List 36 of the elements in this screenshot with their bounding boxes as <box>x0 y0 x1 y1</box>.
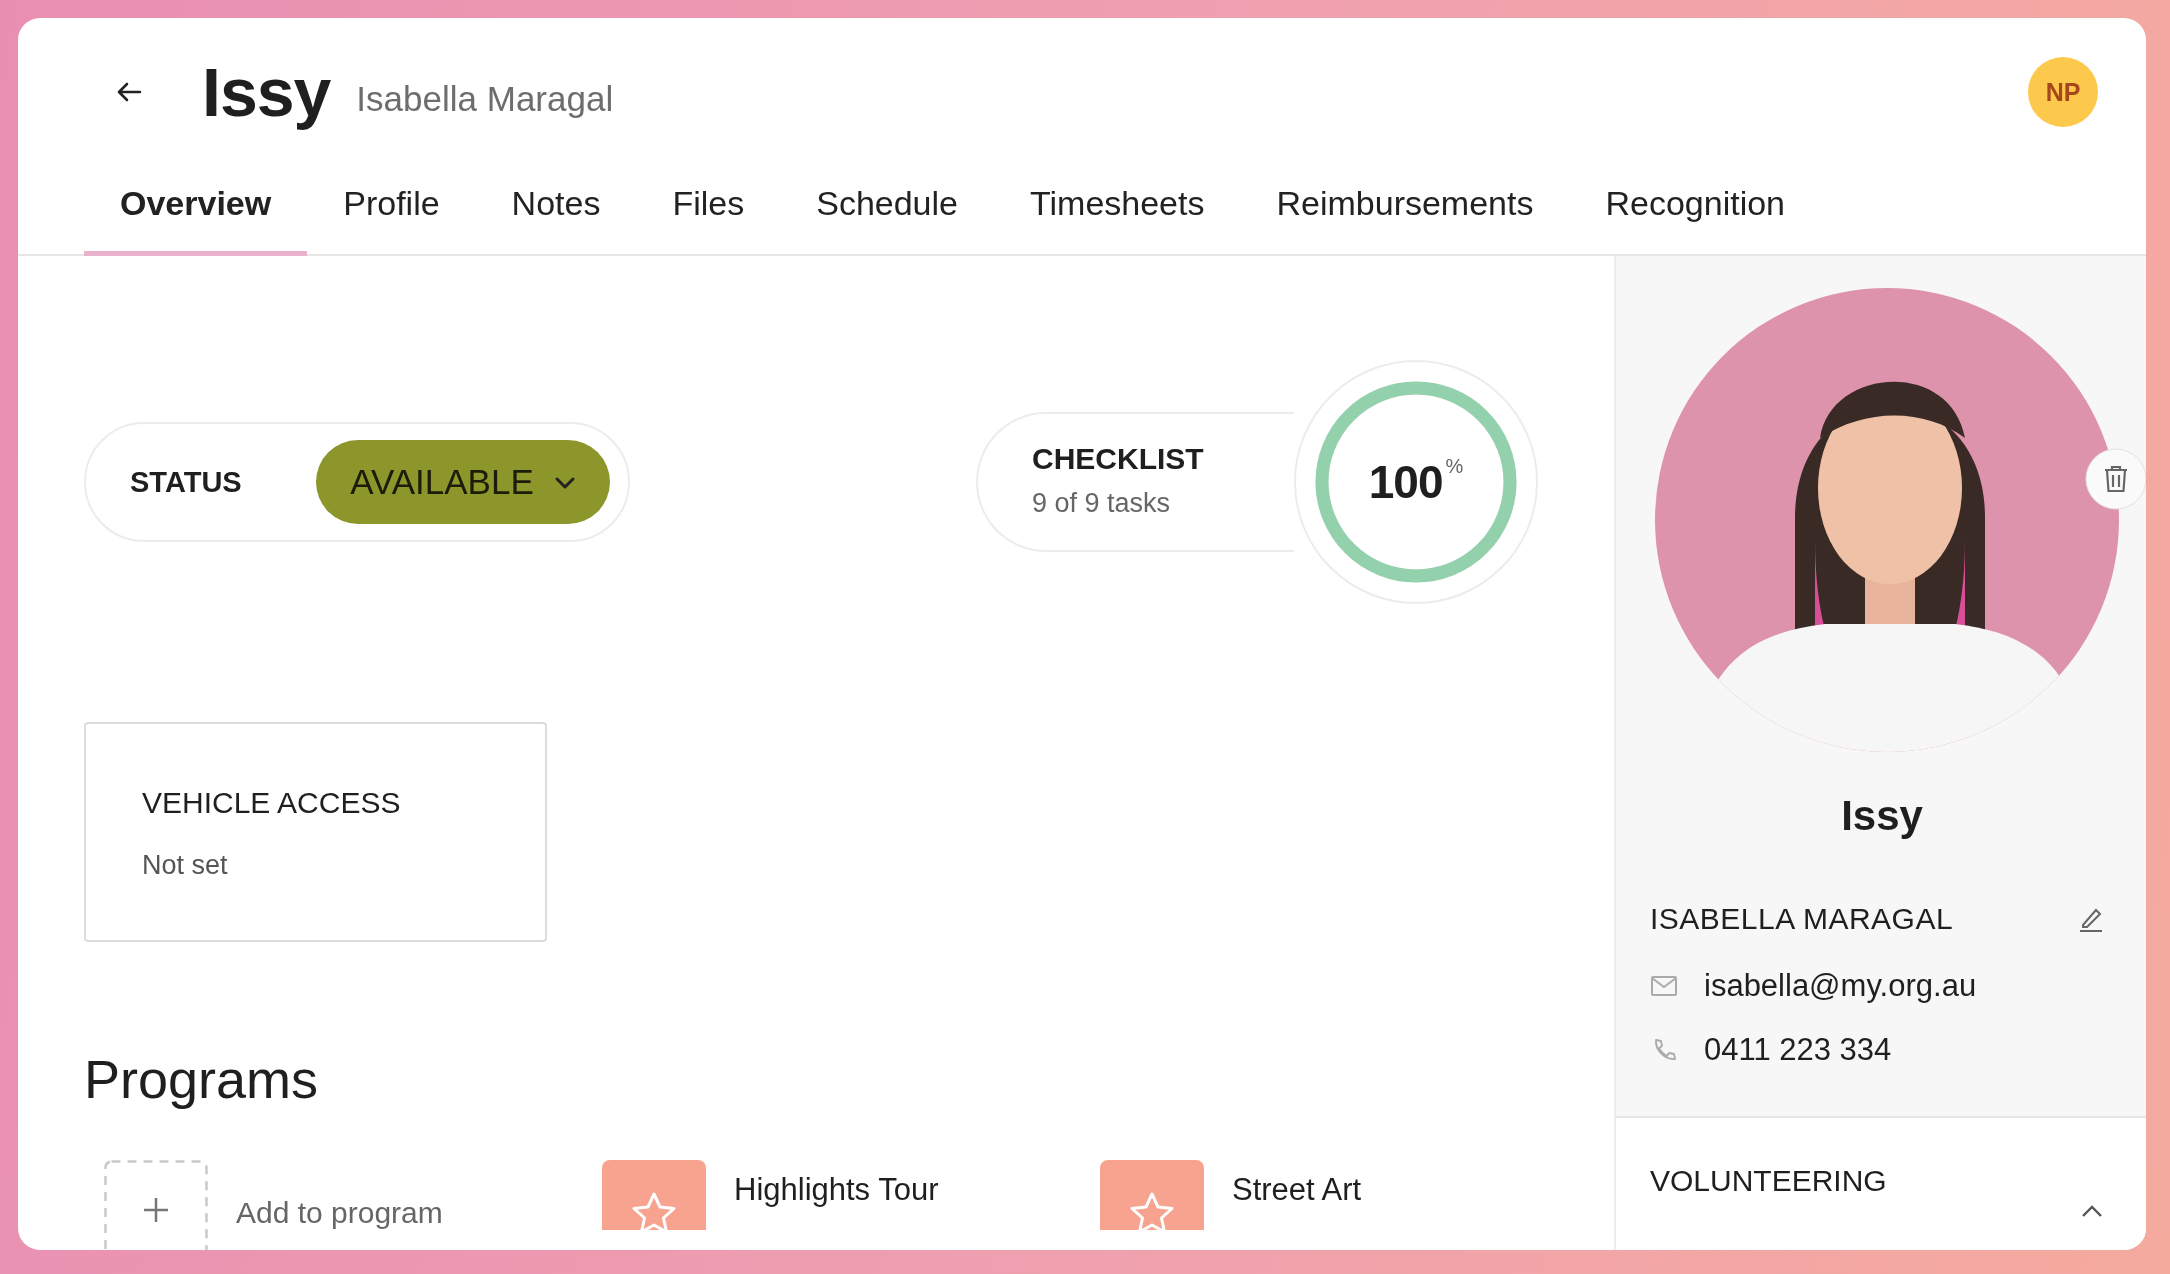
tab[interactable]: Reimbursements <box>1240 184 1570 256</box>
percent-value: 100 <box>1368 455 1443 509</box>
email-link[interactable]: isabella@my.org.au <box>1704 968 1977 1004</box>
status-label: STATUS <box>130 465 243 499</box>
star-icon[interactable] <box>602 1160 706 1230</box>
checklist-detail: 9 of 9 tasks <box>1032 488 1172 519</box>
checklist-title: CHECKLIST <box>1032 442 1205 476</box>
add-program-label[interactable]: Add to program <box>236 1196 443 1230</box>
phone-number[interactable]: 0411 223 334 <box>1704 1032 1892 1068</box>
card-title: VEHICLE ACCESS <box>142 786 402 820</box>
back-icon[interactable] <box>116 81 142 103</box>
tab[interactable]: Recognition <box>1569 184 1821 256</box>
page-title: Issy <box>202 53 331 131</box>
program-name[interactable]: Highlights Tour <box>734 1172 939 1208</box>
checklist-card[interactable]: CHECKLIST 9 of 9 tasks <box>976 412 1294 552</box>
tab[interactable]: Files <box>636 184 781 256</box>
page-subtitle: Isabella Maragal <box>356 79 614 119</box>
profile-name: Issy <box>1840 792 1924 840</box>
tab[interactable]: Notes <box>475 184 637 256</box>
star-icon[interactable] <box>1100 1160 1204 1230</box>
card-value: Not set <box>142 850 229 881</box>
percent-sign: % <box>1445 455 1464 478</box>
status-dropdown[interactable]: AVAILABLE <box>316 440 610 524</box>
section-title: VOLUNTEERING <box>1650 1164 1887 1198</box>
delete-icon[interactable] <box>2085 448 2146 510</box>
chevron-down-icon <box>553 476 576 490</box>
tab[interactable]: Timesheets <box>994 184 1241 256</box>
tab[interactable]: Schedule <box>780 184 994 256</box>
section-heading: Programs <box>84 1048 320 1110</box>
chevron-up-icon[interactable] <box>2080 1204 2104 1218</box>
mail-icon <box>1650 975 1678 997</box>
tab[interactable]: Overview <box>84 184 308 256</box>
tab[interactable]: Profile <box>307 184 476 256</box>
program-name[interactable]: Street Art <box>1232 1172 1362 1208</box>
user-avatar[interactable]: NP <box>2028 57 2098 127</box>
full-name: ISABELLA MARAGAL <box>1650 902 1954 936</box>
